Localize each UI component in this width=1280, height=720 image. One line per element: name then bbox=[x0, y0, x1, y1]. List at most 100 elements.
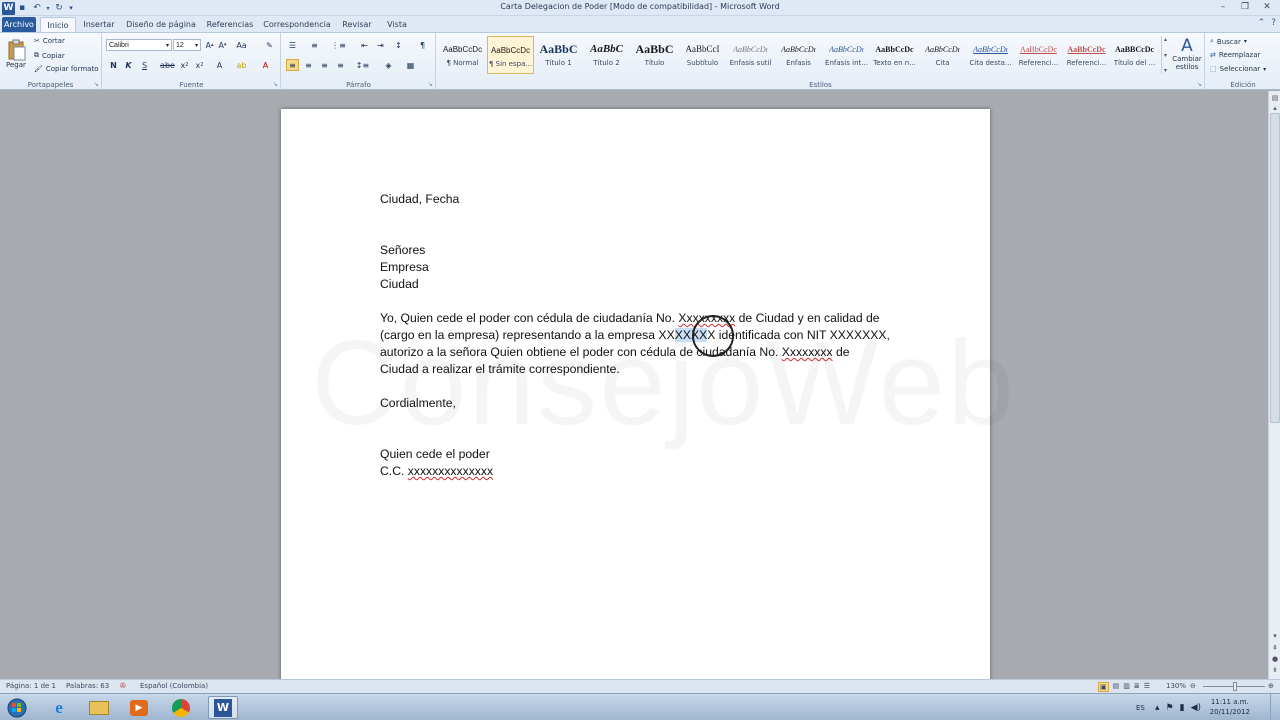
align-left-icon[interactable]: ≡ bbox=[286, 59, 299, 71]
web-layout-icon[interactable]: ▥ bbox=[1123, 682, 1130, 692]
strikethrough-icon[interactable]: abe bbox=[160, 59, 175, 71]
signature-line-1[interactable]: Quien cede el poder bbox=[380, 447, 490, 461]
proofing-icon[interactable]: ✇ bbox=[120, 682, 126, 690]
replace-button[interactable]: ⇄ Reemplazar bbox=[1210, 51, 1260, 59]
text-effects-icon[interactable]: A bbox=[213, 59, 226, 71]
grow-font-icon[interactable]: A ▴ bbox=[203, 39, 216, 51]
address-line-1[interactable]: Señores bbox=[380, 243, 425, 257]
style-heading-1[interactable]: AaBbC Título 1 bbox=[535, 36, 582, 74]
network-icon[interactable]: ▮ bbox=[1180, 703, 1185, 713]
font-launcher-icon[interactable]: ↘ bbox=[273, 81, 278, 88]
borders-icon[interactable]: ▦ bbox=[404, 59, 417, 71]
outline-icon[interactable]: ≣ bbox=[1134, 682, 1140, 692]
style-normal[interactable]: AaBbCcDc ¶ Normal bbox=[439, 36, 486, 74]
tab-correspondencia[interactable]: Correspondencia bbox=[262, 17, 332, 32]
tab-vista[interactable]: Vista bbox=[382, 17, 412, 32]
styles-scroll[interactable]: ▴ ▾ ▾ bbox=[1161, 36, 1169, 74]
flag-icon[interactable]: ⚑ bbox=[1166, 703, 1174, 713]
draft-icon[interactable]: ☰ bbox=[1144, 682, 1150, 692]
sort-icon[interactable]: ↕ bbox=[392, 39, 405, 51]
font-color-icon[interactable]: A bbox=[259, 59, 272, 71]
tab-revisar[interactable]: Revisar bbox=[338, 17, 376, 32]
clock[interactable]: 11:11 a.m. 20/11/2012 bbox=[1210, 697, 1250, 717]
style-emphasis[interactable]: AaBbCcDı Énfasis bbox=[775, 36, 822, 74]
italic-icon[interactable]: K bbox=[122, 59, 135, 71]
body-line-4[interactable]: Ciudad a realizar el trámite correspondi… bbox=[380, 362, 620, 376]
style-intense-emphasis[interactable]: AaBbCcDı Énfasis int... bbox=[823, 36, 870, 74]
pilcrow-icon[interactable]: ¶ bbox=[416, 39, 429, 51]
increase-indent-icon[interactable]: ⇥ bbox=[374, 39, 387, 51]
show-desktop-button[interactable] bbox=[1270, 694, 1280, 720]
tab-referencias[interactable]: Referencias bbox=[204, 17, 256, 32]
style-intense-quote[interactable]: AaBbCcDı Cita desta... bbox=[967, 36, 1014, 74]
document-page[interactable]: ConsejoWeb Ciudad, Fecha Señores Empresa… bbox=[281, 109, 990, 689]
style-strong[interactable]: AaBbCcDc Texto en n... bbox=[871, 36, 918, 74]
style-subtitle[interactable]: AaBbCcI Subtítulo bbox=[679, 36, 726, 74]
clipboard-launcher-icon[interactable]: ↘ bbox=[94, 81, 99, 88]
word-taskbar-icon[interactable]: W bbox=[208, 696, 238, 719]
address-line-3[interactable]: Ciudad bbox=[380, 277, 419, 291]
style-quote[interactable]: AaBbCcDı Cita bbox=[919, 36, 966, 74]
restore-icon[interactable]: ❐ bbox=[1234, 1, 1256, 13]
zoom-level[interactable]: 130% bbox=[1166, 682, 1186, 690]
show-hidden-icons-icon[interactable]: ▴ bbox=[1155, 703, 1160, 713]
tab-diseno-pagina[interactable]: Diseño de página bbox=[124, 17, 198, 32]
find-button[interactable]: ⌕ Buscar ▾ bbox=[1210, 37, 1247, 46]
word-count[interactable]: Palabras: 63 bbox=[66, 682, 109, 690]
align-center-icon[interactable]: ≡ bbox=[302, 59, 315, 71]
font-size-select[interactable]: 12 ▾ bbox=[173, 39, 201, 51]
scroll-down-icon[interactable]: ▾ bbox=[1270, 631, 1280, 641]
browse-object-icon[interactable]: ● bbox=[1270, 654, 1280, 664]
body-line-1[interactable]: Yo, Quien cede el poder con cédula de ci… bbox=[380, 311, 880, 325]
close-icon[interactable]: ✕ bbox=[1256, 1, 1278, 13]
zoom-slider-thumb[interactable] bbox=[1233, 682, 1237, 691]
align-right-icon[interactable]: ≡ bbox=[318, 59, 331, 71]
paragraph-launcher-icon[interactable]: ↘ bbox=[428, 81, 433, 88]
style-intense-reference[interactable]: AaBbCcDc Referenci... bbox=[1063, 36, 1110, 74]
ruler-toggle-icon[interactable]: ▤ bbox=[1270, 93, 1280, 103]
document-area[interactable]: ConsejoWeb Ciudad, Fecha Señores Empresa… bbox=[0, 91, 1268, 689]
shrink-font-icon[interactable]: A ▾ bbox=[216, 39, 229, 51]
scrollbar-thumb[interactable] bbox=[1270, 113, 1280, 423]
minimize-icon[interactable]: – bbox=[1212, 1, 1234, 13]
style-subtle-reference[interactable]: AaBbCcDc Referenci... bbox=[1015, 36, 1062, 74]
font-name-select[interactable]: Calibri ▾ bbox=[106, 39, 172, 51]
previous-page-icon[interactable]: ⇞ bbox=[1270, 643, 1280, 653]
style-subtle-emphasis[interactable]: AaBbCcDı Énfasis sutil bbox=[727, 36, 774, 74]
language-tray[interactable]: ES bbox=[1136, 694, 1145, 720]
signature-line-2[interactable]: C.C. xxxxxxxxxxxxxx bbox=[380, 464, 493, 478]
next-page-icon[interactable]: ⇟ bbox=[1270, 665, 1280, 675]
cut-button[interactable]: ✂ Cortar bbox=[34, 37, 65, 45]
start-button[interactable] bbox=[2, 696, 32, 719]
change-styles-button[interactable]: A Cambiar estilos bbox=[1170, 37, 1204, 79]
chrome-icon[interactable] bbox=[166, 696, 196, 719]
clear-formatting-icon[interactable]: ✎ bbox=[263, 39, 276, 51]
scroll-up-icon[interactable]: ▴ bbox=[1270, 103, 1280, 113]
justify-icon[interactable]: ≡ bbox=[334, 59, 347, 71]
copy-button[interactable]: ⧉ Copiar bbox=[34, 51, 65, 60]
language-indicator[interactable]: Español (Colombia) bbox=[140, 682, 208, 690]
line-spacing-icon[interactable]: ↕≡ bbox=[356, 59, 369, 71]
style-no-spacing[interactable]: AaBbCcDc ¶ Sin espa... bbox=[487, 36, 534, 74]
underline-icon[interactable]: S bbox=[138, 59, 151, 71]
closing-line[interactable]: Cordialmente, bbox=[380, 396, 456, 410]
full-screen-reading-icon[interactable]: ▤ bbox=[1113, 682, 1120, 692]
style-book-title[interactable]: AaBBCcDc Título del ... bbox=[1111, 36, 1158, 74]
body-line-2[interactable]: (cargo en la empresa) representando a la… bbox=[380, 328, 890, 342]
file-explorer-icon[interactable] bbox=[84, 696, 114, 719]
shading-icon[interactable]: ◈ bbox=[382, 59, 395, 71]
date-line[interactable]: Ciudad, Fecha bbox=[380, 192, 459, 206]
address-line-2[interactable]: Empresa bbox=[380, 260, 429, 274]
highlight-icon[interactable]: ab bbox=[235, 59, 248, 71]
style-heading-2[interactable]: AaBbC Título 2 bbox=[583, 36, 630, 74]
minimize-ribbon-icon[interactable]: ⌃ bbox=[1258, 18, 1266, 28]
vertical-scrollbar[interactable]: ▤ ▴ ▾ ⇞ ● ⇟ bbox=[1268, 91, 1280, 679]
select-button[interactable]: ⬚ Seleccionar ▾ bbox=[1210, 65, 1266, 73]
numbering-icon[interactable]: ≡ bbox=[308, 39, 321, 51]
paste-button[interactable]: Pegar bbox=[2, 35, 28, 75]
tab-inicio[interactable]: Inicio bbox=[40, 17, 76, 32]
format-painter-button[interactable]: 🖌 Copiar formato bbox=[34, 65, 98, 73]
tab-insertar[interactable]: Insertar bbox=[80, 17, 118, 32]
zoom-in-icon[interactable]: ⊕ bbox=[1268, 682, 1274, 690]
tab-archivo[interactable]: Archivo bbox=[2, 17, 36, 32]
